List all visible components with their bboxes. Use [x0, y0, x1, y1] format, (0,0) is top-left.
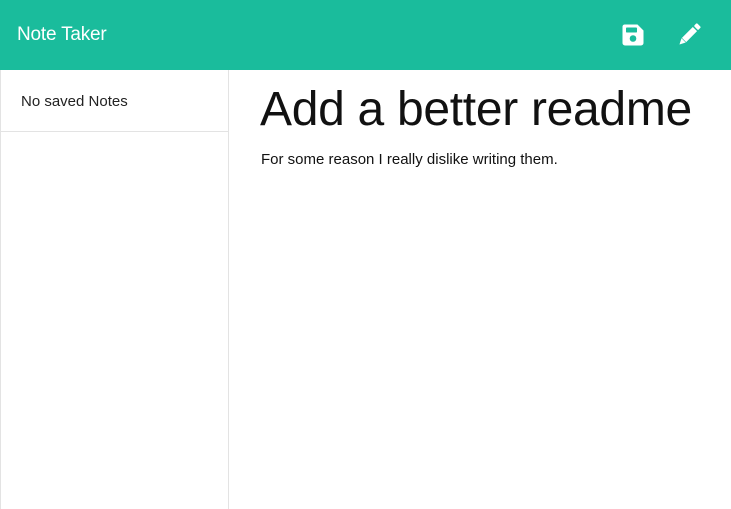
navbar: Note Taker — [0, 0, 731, 70]
note-text-area[interactable]: For some reason I really dislike writing… — [261, 151, 721, 169]
note-editor: Add a better readme For some reason I re… — [229, 70, 731, 509]
app-title[interactable]: Note Taker — [17, 22, 107, 48]
new-note-button[interactable] — [675, 21, 703, 49]
notes-sidebar: No saved Notes — [0, 70, 229, 509]
save-note-button[interactable] — [619, 21, 647, 49]
save-icon — [622, 24, 644, 46]
note-title-input[interactable]: Add a better readme — [260, 81, 728, 139]
no-notes-message: No saved Notes — [21, 93, 128, 110]
pencil-icon — [679, 23, 701, 45]
list-item: No saved Notes — [1, 70, 228, 132]
